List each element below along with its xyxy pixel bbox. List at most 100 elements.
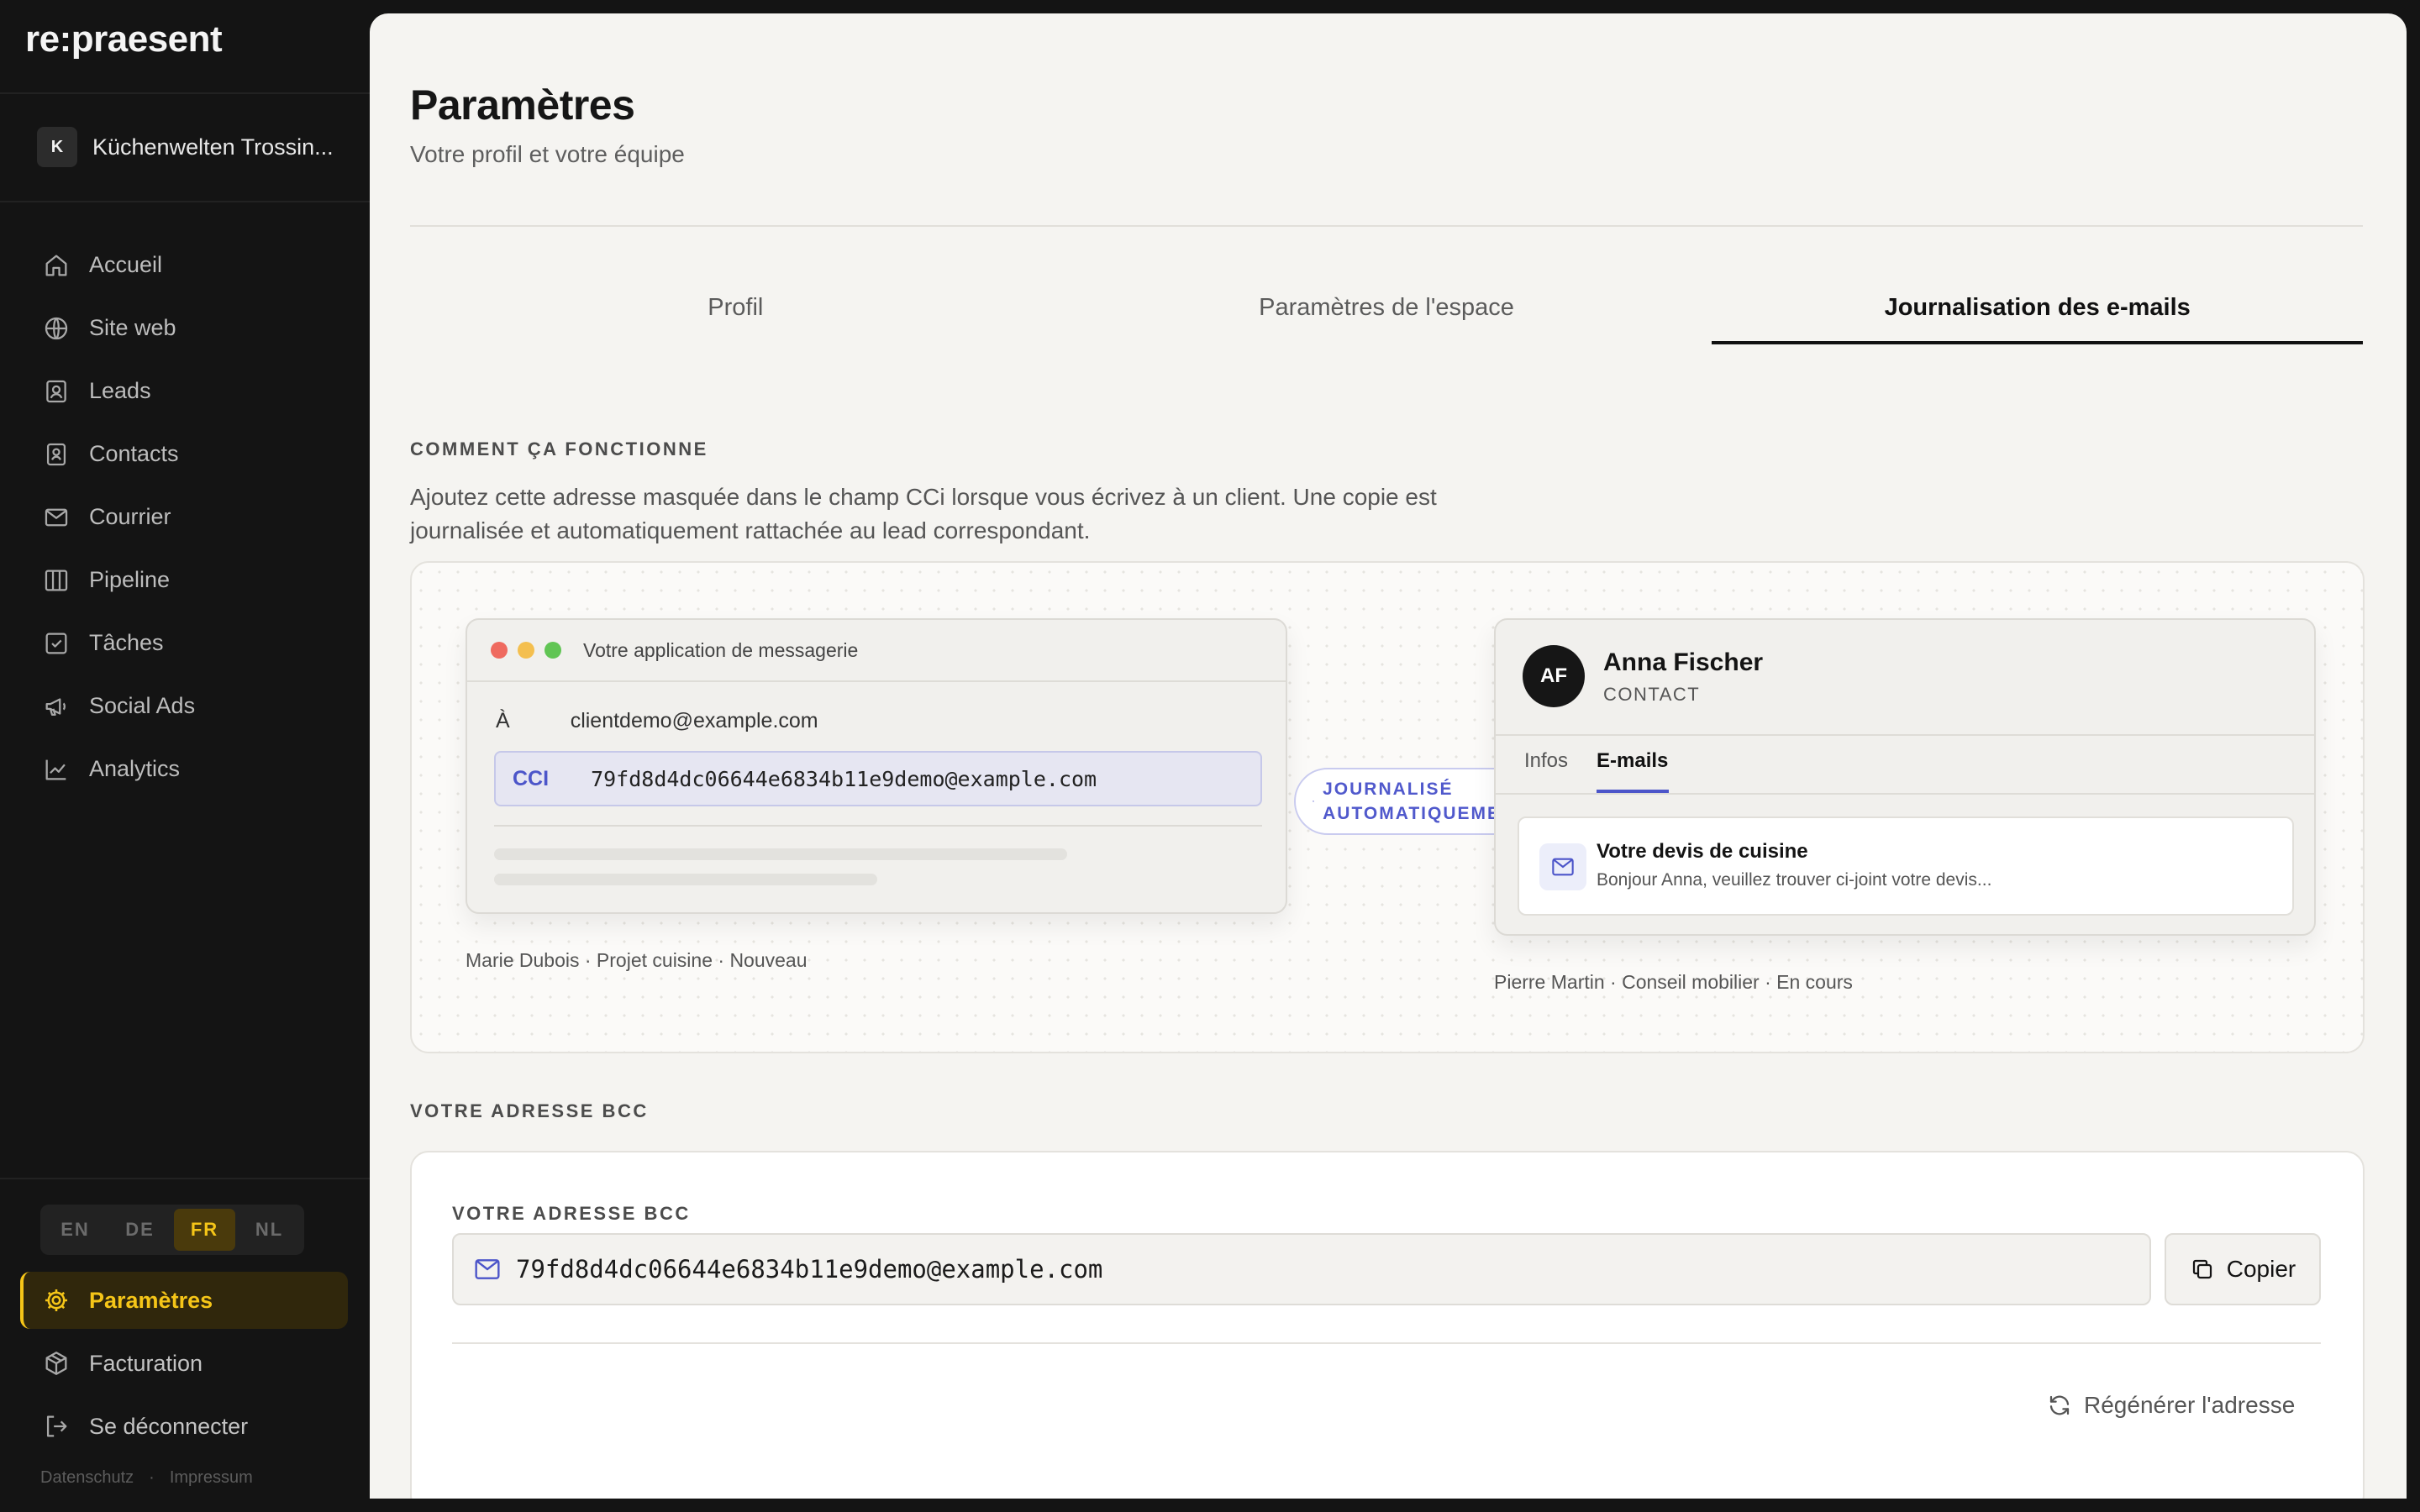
nav-label: Site web [89,315,176,340]
contact-tab-infos: Infos [1524,749,1569,772]
nav-label: Tâches [89,630,164,655]
nav-item-leads[interactable]: Leads [42,360,353,423]
imprint-link[interactable]: Impressum [170,1468,253,1488]
copy-label: Copier [2226,1256,2296,1282]
nav-item-site-web[interactable]: Site web [42,297,353,360]
home-icon [45,255,67,276]
footer-links: Datenschutz · Impressum [40,1468,253,1488]
privacy-link[interactable]: Datenschutz [40,1468,134,1488]
nav-item-facturation[interactable]: Facturation [20,1335,348,1392]
how-it-works-description: Ajoutez cette adresse masquée dans le ch… [410,484,1437,543]
logout-button[interactable]: Se déconnecter [20,1398,348,1455]
mail-item-icon-box [1539,843,1586,890]
nav-label: Contacts [89,441,179,466]
window-maximize-dot [544,642,561,659]
lang-fr[interactable]: FR [174,1209,235,1251]
tab-profil[interactable]: Profil [410,274,1061,344]
mail-app-title: Votre application de messagerie [583,638,859,661]
bcc-address-field[interactable]: 79fd8d4dc06644e6834b11e9demo@example.com [452,1233,2151,1305]
cci-label: CCI [513,766,550,790]
nav-label: Accueil [89,252,163,277]
nav-label: Social Ads [89,693,196,718]
nav-item-social-ads[interactable]: Social Ads [42,675,353,738]
envelope-icon [1313,801,1315,802]
cci-value: 79fd8d4dc06644e6834b11e9demo@example.com [591,766,1097,791]
to-label: À [496,709,510,732]
window-close-dot [491,642,508,659]
nav-item-parametres[interactable]: Paramètres [20,1272,348,1329]
mail-app-mockup: Votre application de messagerie À client… [466,618,1287,914]
contact-tab-emails: E-mails [1597,749,1669,772]
nav-label: Leads [89,378,151,403]
to-row: À clientdemo@example.com [496,709,818,733]
nav-item-taches[interactable]: Tâches [42,612,353,675]
tasks-icon [45,633,67,654]
sidebar-divider [0,92,370,94]
settings-tabs: Profil Paramètres de l'espace Journalisa… [410,274,2364,344]
lang-nl[interactable]: NL [239,1209,300,1251]
nav-item-pipeline[interactable]: Pipeline [42,549,353,612]
refresh-icon [2049,1395,2070,1415]
left-caption: Marie Dubois · Projet cuisine · Nouveau [466,949,808,971]
language-switcher: EN DE FR NL [40,1205,304,1255]
regenerate-label: Régénérer l'adresse [2084,1392,2296,1418]
avatar: AF [1523,645,1585,707]
mail-item-snippet: Bonjour Anna, veuillez trouver ci-joint … [1597,870,1992,890]
nav-label: Analytics [89,756,181,781]
nav-item-courrier[interactable]: Courrier [42,486,353,549]
lang-de[interactable]: DE [109,1209,171,1251]
regenerate-address-button[interactable]: Régénérer l'adresse [2047,1383,2316,1428]
brand-logo[interactable]: re:praesent [25,18,223,60]
megaphone-icon [45,697,66,716]
logout-icon [46,1415,67,1437]
footer-separator: · [149,1468,155,1487]
workspace-badge: K [37,127,77,167]
how-it-works-illustration: Votre application de messagerie À client… [410,561,2365,1053]
mail-app-titlebar: Votre application de messagerie [467,620,1286,682]
mail-icon [45,508,68,526]
section-label-how-it-works: COMMENT ÇA FONCTIONNE [410,438,708,459]
nav-item-analytics[interactable]: Analytics [42,738,353,801]
sidebar-divider [0,201,370,202]
copy-icon [2192,1259,2212,1279]
contact-card-mockup: AF Anna Fischer CONTACT Infos E-mails Vo… [1494,618,2316,936]
pipeline-icon [45,570,68,591]
package-icon [45,1352,67,1375]
copy-button[interactable]: Copier [2165,1233,2321,1305]
workspace-name: Küchenwelten Trossin... [92,134,334,160]
logged-email-item: Votre devis de cuisine Bonjour Anna, veu… [1518,816,2294,916]
page-subtitle: Votre profil et votre équipe [410,141,685,167]
envelope-icon [1552,858,1574,876]
nav-item-contacts[interactable]: Contacts [42,423,353,486]
contact-tabs-divider [1496,793,2314,795]
main-content: Paramètres Votre profil et votre équipe … [370,13,2407,1499]
leads-icon [46,380,66,402]
window-minimize-dot [518,642,534,659]
nav-label: Facturation [89,1350,203,1376]
sidebar-divider [0,1178,370,1179]
bcc-field-label: VOTRE ADRESSE BCC [452,1203,691,1224]
section-label-bcc: VOTRE ADRESSE BCC [410,1100,649,1121]
tab-parametres-espace[interactable]: Paramètres de l'espace [1061,274,1712,344]
right-caption: Pierre Martin · Conseil mobilier · En co… [1494,971,1853,993]
bcc-address-value: 79fd8d4dc06644e6834b11e9demo@example.com [516,1255,1103,1284]
lang-en[interactable]: EN [45,1209,106,1251]
mail-item-title: Votre devis de cuisine [1597,840,1808,863]
page-title: Paramètres [410,81,635,129]
contact-role: CONTACT [1603,684,1701,705]
contacts-icon [46,443,66,465]
to-value: clientdemo@example.com [570,709,818,732]
workspace-switcher[interactable]: K Küchenwelten Trossin... [37,127,356,167]
skeleton-line [494,848,1067,860]
header-divider [410,225,2363,227]
nav-label: Courrier [89,504,171,529]
bcc-address-card: VOTRE ADRESSE BCC 79fd8d4dc06644e6834b11… [410,1151,2365,1499]
main-nav: Accueil Site web Leads Contacts Courrier… [42,234,353,801]
tab-journalisation-emails[interactable]: Journalisation des e-mails [1712,274,2364,344]
gear-icon [45,1289,68,1312]
nav-item-accueil[interactable]: Accueil [42,234,353,297]
contact-name: Anna Fischer [1603,648,1764,676]
cci-row: CCI 79fd8d4dc06644e6834b11e9demo@example… [494,751,1262,806]
globe-icon [45,317,68,339]
chart-icon [45,759,66,780]
